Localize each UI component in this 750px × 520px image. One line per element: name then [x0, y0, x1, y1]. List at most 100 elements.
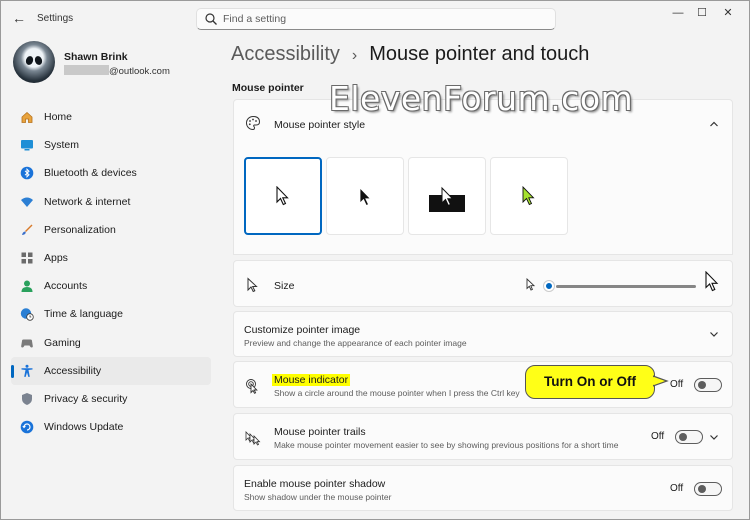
chevron-up-icon[interactable] [708, 118, 720, 130]
network-icon [21, 197, 33, 207]
customize-image-subtitle: Preview and change the appearance of eac… [244, 338, 467, 348]
email-redaction [64, 65, 109, 75]
user-name: Shawn Brink [64, 51, 128, 63]
trails-subtitle: Make mouse pointer movement easier to se… [274, 440, 619, 450]
sidebar-item-accounts[interactable]: Accounts [11, 272, 211, 300]
shadow-state: Off [670, 483, 684, 494]
pointer-option-black[interactable] [326, 157, 404, 235]
pointer-trails-icon [245, 431, 261, 446]
sidebar-item-personalization[interactable]: Personalization [11, 216, 211, 244]
brush-icon [22, 224, 33, 235]
user-profile[interactable]: Shawn Brink @outlook.com [13, 41, 213, 85]
toggle-knob [679, 433, 687, 441]
breadcrumb-parent[interactable]: Accessibility [231, 43, 340, 65]
sidebar-item-accessibility[interactable]: Accessibility [11, 356, 211, 385]
size-slider-thumb[interactable] [544, 281, 554, 291]
callout-arrow-icon [653, 375, 669, 387]
globe-clock-icon [20, 308, 34, 322]
sidebar-item-label: Bluetooth & devices [44, 167, 137, 180]
bluetooth-icon [20, 167, 34, 180]
user-email: @outlook.com [64, 65, 170, 77]
maximize-button[interactable]: ☐ [688, 5, 716, 21]
black-pointer-icon [359, 187, 372, 207]
mouse-indicator-toggle[interactable] [694, 378, 722, 392]
large-pointer-icon [705, 271, 719, 292]
small-pointer-icon [526, 278, 536, 291]
toggle-knob [698, 485, 706, 493]
sidebar-item-label: Personalization [44, 223, 116, 236]
apps-icon [21, 252, 33, 264]
sidebar-item-home[interactable]: Home [11, 103, 211, 131]
size-title: Size [274, 280, 295, 292]
sidebar-item-system[interactable]: System [11, 131, 211, 159]
trails-toggle[interactable] [675, 430, 703, 444]
breadcrumb-separator: › [351, 47, 358, 64]
avatar [13, 41, 55, 83]
sidebar-item-time-language[interactable]: Time & language [11, 300, 211, 328]
sidebar-nav: Home System Bluetooth & devices Network … [11, 103, 211, 441]
settings-window: ← Settings — ☐ ✕ Shawn Brink @outlook.co… [0, 0, 750, 520]
chevron-down-icon[interactable] [708, 431, 720, 443]
palette-icon [246, 115, 261, 131]
sidebar-item-privacy[interactable]: Privacy & security [11, 385, 211, 413]
size-card: Size [233, 260, 733, 307]
watermark: ElevenForum.com [329, 79, 634, 118]
toggle-knob [698, 381, 706, 389]
gaming-icon [21, 339, 33, 347]
sidebar-item-bluetooth[interactable]: Bluetooth & devices [11, 159, 211, 187]
annotation-callout: Turn On or Off [525, 365, 655, 399]
sidebar-item-label: Accessibility [44, 364, 102, 377]
pointer-style-options [233, 144, 733, 255]
shadow-toggle[interactable] [694, 482, 722, 496]
pointer-option-inverted[interactable] [408, 157, 486, 235]
back-button[interactable]: ← [9, 9, 29, 27]
sidebar-item-apps[interactable]: Apps [11, 244, 211, 272]
customize-image-title: Customize pointer image [244, 324, 361, 336]
mouse-pointer-trails-card[interactable]: Mouse pointer trails Make mouse pointer … [233, 413, 733, 460]
size-slider-track[interactable] [556, 285, 696, 288]
app-title: Settings [37, 13, 74, 24]
shield-icon [22, 392, 32, 405]
accounts-icon [21, 280, 33, 293]
title-bar: ← Settings — ☐ ✕ [1, 1, 749, 35]
update-icon [20, 420, 34, 434]
white-pointer-icon [276, 186, 289, 206]
pointer-size-icon [247, 277, 258, 293]
section-title: Mouse pointer [232, 82, 304, 94]
sidebar-item-label: Gaming [44, 336, 81, 349]
chevron-down-icon[interactable] [708, 328, 720, 340]
search-box[interactable] [196, 8, 556, 30]
sidebar-item-network[interactable]: Network & internet [11, 188, 211, 216]
sidebar-item-windows-update[interactable]: Windows Update [11, 413, 211, 441]
page-title: Mouse pointer and touch [369, 43, 590, 65]
mouse-indicator-subtitle: Show a circle around the mouse pointer w… [274, 388, 520, 398]
sidebar-item-label: Accounts [44, 280, 88, 293]
sidebar-item-label: Network & internet [44, 195, 131, 208]
pointer-option-custom[interactable] [490, 157, 568, 235]
shadow-subtitle: Show shadow under the mouse pointer [244, 492, 392, 502]
sidebar-item-label: Apps [44, 251, 68, 264]
sidebar-item-label: System [44, 139, 80, 152]
sidebar-item-gaming[interactable]: Gaming [11, 329, 211, 357]
mouse-indicator-title: Mouse indicator [272, 374, 351, 386]
customize-pointer-image-card[interactable]: Customize pointer image Preview and chan… [233, 311, 733, 357]
sidebar-item-label: Time & language [44, 308, 123, 321]
active-indicator [11, 364, 14, 378]
mouse-pointer-shadow-card: Enable mouse pointer shadow Show shadow … [233, 465, 733, 511]
home-icon [21, 111, 33, 123]
inverted-pointer-icon [429, 186, 465, 212]
system-icon [21, 140, 33, 151]
shadow-title: Enable mouse pointer shadow [244, 478, 386, 490]
search-input[interactable] [223, 11, 543, 27]
custom-color-pointer-icon [522, 186, 535, 206]
accessibility-icon [21, 364, 33, 377]
trails-state: Off [651, 431, 665, 442]
trails-title: Mouse pointer trails [274, 426, 366, 438]
pointer-option-white[interactable] [244, 157, 322, 235]
search-icon [205, 13, 217, 25]
sidebar-item-label: Privacy & security [44, 392, 128, 405]
sidebar-item-label: Windows Update [44, 421, 124, 434]
breadcrumb: Accessibility › Mouse pointer and touch [231, 43, 589, 66]
pointer-circle-icon [246, 379, 258, 394]
close-button[interactable]: ✕ [714, 5, 742, 21]
